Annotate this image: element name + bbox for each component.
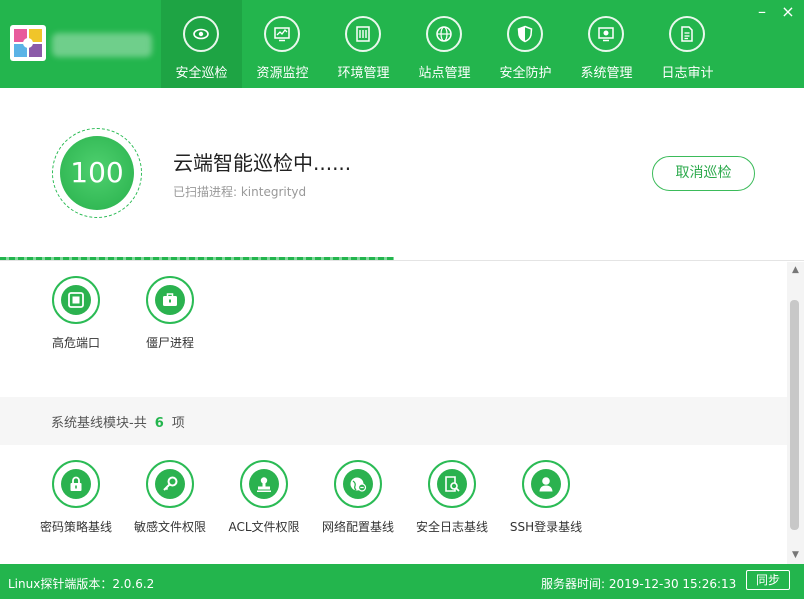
tab-label: 安全防护: [499, 66, 552, 81]
tab-label: 日志审计: [661, 66, 714, 81]
module-label: 密码策略基线: [39, 520, 112, 534]
top-navigation-bar: 安全巡检 资源监控 环境管理 站点管理 安全防护 系统管理 日志审计 – ×: [0, 0, 804, 88]
tab-label: 系统管理: [580, 66, 633, 81]
tab-label: 资源监控: [256, 66, 309, 81]
tab-security-patrol[interactable]: 安全巡检: [161, 0, 242, 88]
server-icon: [345, 16, 381, 52]
module-ssh-login[interactable]: [522, 460, 570, 508]
module-security-log[interactable]: [428, 460, 476, 508]
log-search-icon: [437, 469, 467, 499]
module-acl-file-permission[interactable]: [240, 460, 288, 508]
module-label: 僵尸进程: [145, 336, 194, 350]
tab-site-management[interactable]: 站点管理: [404, 0, 485, 88]
module-label: 网络配置基线: [321, 520, 394, 534]
tab-security-protection[interactable]: 安全防护: [485, 0, 566, 88]
module-high-risk-port[interactable]: [52, 276, 100, 324]
tab-log-audit[interactable]: 日志审计: [647, 0, 728, 88]
user-stamp-icon: [249, 469, 279, 499]
globe-icon: [426, 16, 462, 52]
shield-icon: [507, 16, 543, 52]
divider: [0, 260, 804, 261]
tab-system-management[interactable]: 系统管理: [566, 0, 647, 88]
tab-resource-monitor[interactable]: 资源监控: [242, 0, 323, 88]
section-prefix: 系统基线模块-共: [51, 416, 147, 431]
score-badge: 100: [60, 136, 134, 210]
tab-environment-management[interactable]: 环境管理: [323, 0, 404, 88]
patrol-eye-icon: [183, 16, 219, 52]
module-label: 安全日志基线: [415, 520, 488, 534]
section-suffix: 项: [171, 416, 185, 431]
settings-monitor-icon: [588, 16, 624, 52]
baseline-count: 6: [154, 416, 164, 431]
scan-current-process: 已扫描进程: kintegrityd: [173, 185, 307, 199]
baseline-section-title: 系统基线模块-共 6 项: [51, 412, 185, 431]
tab-label: 环境管理: [337, 66, 390, 81]
lock-icon: [61, 469, 91, 499]
scrollbar-thumb[interactable]: [790, 300, 799, 530]
app-logo: [10, 25, 46, 61]
client-version: Linux探针端版本：2.0.6.2: [8, 577, 155, 591]
user-icon: [531, 469, 561, 499]
tab-label: 站点管理: [418, 66, 471, 81]
minimize-button[interactable]: –: [752, 2, 772, 22]
module-password-policy[interactable]: [52, 460, 100, 508]
module-sensitive-file-permission[interactable]: [146, 460, 194, 508]
module-label: 敏感文件权限: [133, 520, 206, 534]
scroll-up-arrow-icon[interactable]: ▲: [788, 265, 803, 277]
document-icon: [669, 16, 705, 52]
module-label: ACL文件权限: [228, 520, 300, 534]
blurred-brand-name: [52, 33, 152, 57]
port-icon: [61, 285, 91, 315]
briefcase-icon: [155, 285, 185, 315]
module-network-config[interactable]: [334, 460, 382, 508]
sync-button[interactable]: 同步: [746, 570, 790, 590]
close-button[interactable]: ×: [778, 2, 798, 22]
scroll-down-arrow-icon[interactable]: ▼: [788, 550, 803, 562]
module-label: 高危端口: [51, 336, 100, 350]
module-zombie-process[interactable]: [146, 276, 194, 324]
network-globe-icon: [343, 469, 373, 499]
status-bar: Linux探针端版本：2.0.6.2 服务器时间: 2019-12-30 15:…: [0, 564, 804, 599]
module-label: SSH登录基线: [509, 520, 583, 534]
key-icon: [155, 469, 185, 499]
scan-title: 云端智能巡检中......: [173, 151, 352, 175]
tab-label: 安全巡检: [175, 66, 228, 81]
server-time: 服务器时间: 2019-12-30 15:26:13: [541, 577, 737, 591]
cancel-scan-button[interactable]: 取消巡检: [652, 156, 755, 191]
monitor-icon: [264, 16, 300, 52]
